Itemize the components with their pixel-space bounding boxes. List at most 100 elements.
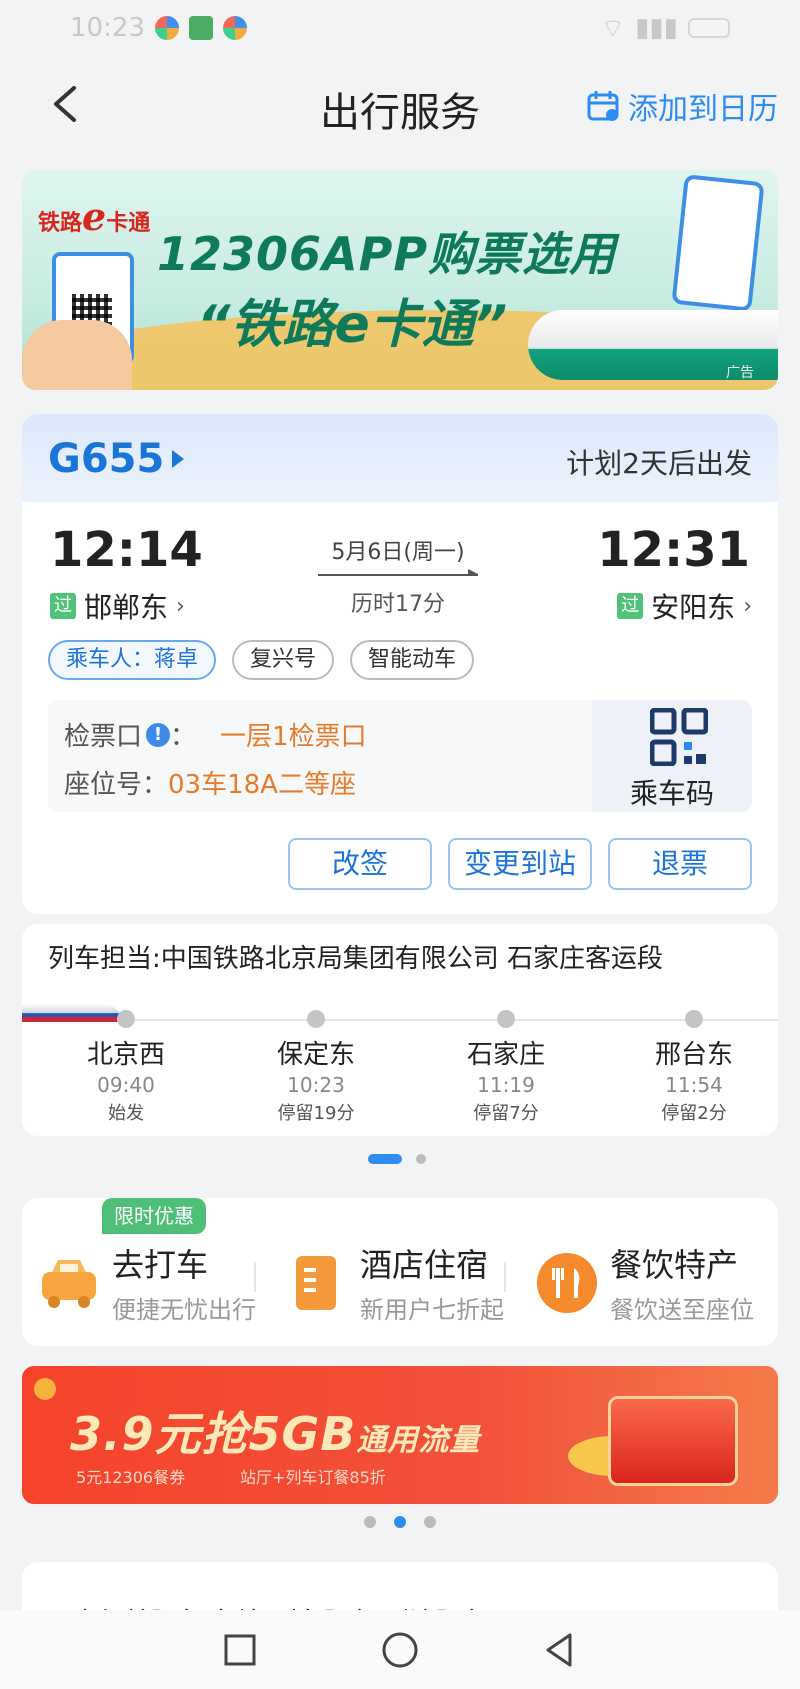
app-notification-icon: [154, 16, 179, 40]
refund-button[interactable]: 退票: [608, 838, 752, 890]
card-pager[interactable]: [368, 1154, 426, 1164]
pager-dot: [416, 1154, 426, 1164]
reschedule-button[interactable]: 改签: [288, 838, 432, 890]
banner-pager[interactable]: [364, 1516, 436, 1528]
service-hotel[interactable]: 酒店住宿 新用户七折起: [286, 1240, 504, 1325]
limited-offer-tag: 限时优惠: [102, 1198, 206, 1234]
departure-station-name: 邯郸东: [84, 591, 169, 624]
pager-dot-active: [394, 1516, 406, 1528]
travel-arrow: [318, 569, 478, 576]
ad-banner[interactable]: 铁路e卡通 12306APP购票选用 “铁路e卡通” 广告: [22, 170, 778, 390]
status-left: 10:23: [70, 13, 247, 43]
services-card: 限时优惠 去打车 便捷无忧出行 酒店住宿 新用户七折起 餐饮特产 餐饮送至座位: [22, 1198, 778, 1346]
ad-headline: 12306APP购票选用: [157, 227, 617, 281]
hotel-icon: [296, 1255, 336, 1310]
change-destination-button[interactable]: 变更到站: [448, 838, 592, 890]
message-notification-icon: [188, 16, 213, 40]
route-card[interactable]: 列车担当:中国铁路北京局集团有限公司 石家庄客运段 北京西 09:40 始发 保…: [22, 924, 778, 1136]
promo-subtext: 站厅+列车订餐85折: [240, 1468, 386, 1487]
back-icon[interactable]: [46, 82, 86, 126]
ticket-actions: 改签 变更到站 退票: [288, 838, 752, 890]
stop-dot: [685, 1010, 703, 1028]
route-stop: 保定东 10:23 停留19分: [256, 1010, 376, 1125]
stop-time: 11:54: [665, 1073, 723, 1097]
stop-note: 始发: [108, 1103, 144, 1124]
service-subtitle: 餐饮送至座位: [610, 1296, 754, 1324]
ride-code-button[interactable]: 乘车码: [592, 700, 752, 812]
stop-name: 石家庄: [466, 1040, 545, 1070]
promo-subtext: 5元12306餐券: [76, 1468, 186, 1487]
pager-dot-active: [368, 1154, 402, 1164]
ride-code-label: 乘车码: [629, 777, 714, 810]
ticket-header: G655 计划2天后出发: [22, 414, 778, 502]
route-stop: 北京西 09:40 始发: [66, 1010, 186, 1125]
back-nav-icon[interactable]: [540, 1630, 580, 1670]
coin-icon: [34, 1378, 56, 1400]
departure-station[interactable]: 过 邯郸东 ›: [50, 586, 185, 626]
train-number[interactable]: G655: [48, 436, 185, 482]
recent-apps-icon[interactable]: [220, 1630, 260, 1670]
ad-logo: 铁路e卡通: [38, 194, 151, 239]
ad-subheadline: “铁路e卡通”: [197, 295, 508, 355]
stop-dot: [307, 1010, 325, 1028]
signal-icon: ▮▮▮: [635, 13, 678, 43]
status-right: ⌔ ▮▮▮: [601, 12, 730, 45]
service-divider: [254, 1262, 256, 1292]
add-to-calendar-button[interactable]: 添加到日历: [586, 84, 778, 128]
passenger-chip[interactable]: 乘车人：蒋卓: [48, 640, 217, 680]
train-operator: 列车担当:中国铁路北京局集团有限公司 石家庄客运段: [48, 944, 664, 974]
add-to-calendar-label: 添加到日历: [628, 92, 778, 127]
stop-note: 停留7分: [473, 1103, 539, 1124]
stop-time: 11:19: [477, 1073, 535, 1097]
stop-time: 09:40: [97, 1073, 155, 1097]
train-type-chip: 复兴号: [232, 640, 335, 680]
route-stop: 邢台东 11:54 停留2分: [634, 1010, 754, 1125]
stop-dot: [497, 1010, 515, 1028]
red-envelope-image: [608, 1396, 738, 1486]
stop-note: 停留19分: [277, 1103, 355, 1124]
stop-name: 保定东: [276, 1040, 355, 1070]
service-taxi[interactable]: 去打车 便捷无忧出行: [38, 1240, 256, 1325]
travel-duration: 历时17分: [351, 592, 445, 617]
pass-tag: 过: [617, 593, 644, 619]
top-bar: 出行服务 添加到日历: [0, 60, 800, 150]
service-dining[interactable]: 餐饮特产 餐饮送至座位: [536, 1240, 754, 1325]
pager-dot: [424, 1516, 436, 1528]
ad-hand-image: [22, 320, 132, 390]
wifi-icon: ⌔: [600, 13, 626, 44]
seat-row: 座位号： 03车18A二等座: [64, 764, 356, 801]
stop-name: 邢台东: [654, 1040, 733, 1070]
ticket-chips: 乘车人：蒋卓 复兴号 智能动车: [48, 640, 475, 680]
home-icon[interactable]: [380, 1630, 420, 1670]
service-divider: [504, 1262, 506, 1292]
status-bar: 10:23 ⌔ ▮▮▮: [0, 0, 800, 56]
departure-plan: 计划2天后出发: [566, 447, 752, 480]
ad-tag: 广告: [726, 365, 754, 381]
arrival-station[interactable]: 过 安阳东 ›: [617, 586, 752, 626]
battery-icon: [688, 18, 730, 38]
train-feature-chip: 智能动车: [350, 640, 475, 680]
ticket-info-box: 检票口 ! ： 一层1检票口 座位号： 03车18A二等座 乘车码: [48, 700, 752, 812]
service-title: 去打车: [112, 1246, 209, 1284]
gate-row: 检票口 ! ： 一层1检票口: [64, 716, 367, 753]
arrival-station-name: 安阳东: [651, 591, 736, 624]
seat-value: 03车18A二等座: [168, 770, 356, 800]
ticket-card: G655 计划2天后出发 12:14 5月6日(周一) 历时17分 12:31 …: [22, 414, 778, 914]
seat-label: 座位号：: [64, 770, 169, 800]
service-subtitle: 新用户七折起: [360, 1296, 504, 1324]
system-nav-bar: [0, 1610, 800, 1689]
app-notification-icon-2: [222, 16, 247, 40]
train-number-text: G655: [48, 436, 165, 482]
chevron-right-icon: ›: [176, 593, 185, 619]
taxi-icon: [42, 1259, 96, 1308]
promo-headline: 3.9元抢5GB通用流量: [70, 1407, 481, 1461]
info-icon[interactable]: !: [146, 722, 171, 747]
status-time: 10:23: [70, 13, 145, 43]
promo-banner[interactable]: 3.9元抢5GB通用流量 5元12306餐券 站厅+列车订餐85折: [22, 1366, 778, 1504]
ad-app-screenshot: [671, 174, 765, 312]
travel-date: 5月6日(周一): [331, 540, 465, 565]
stop-time: 10:23: [287, 1073, 345, 1097]
gate-colon: ：: [170, 722, 197, 752]
service-subtitle: 便捷无忧出行: [112, 1296, 256, 1324]
qr-code-icon: [650, 708, 708, 766]
